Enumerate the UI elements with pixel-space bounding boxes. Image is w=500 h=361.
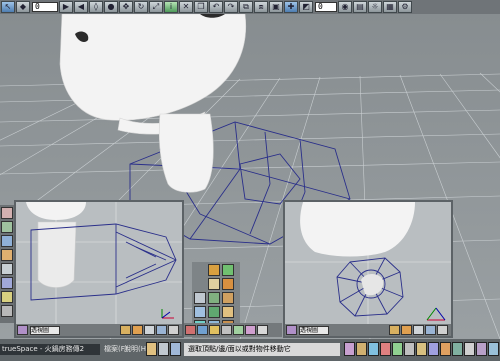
maximize-icon[interactable]: [437, 325, 448, 335]
render-icon[interactable]: ▦: [383, 1, 397, 13]
zoom-icon[interactable]: [413, 325, 424, 335]
panel-menu-icon[interactable]: [286, 325, 297, 335]
material-swatch[interactable]: [208, 306, 220, 318]
hand-icon[interactable]: [401, 325, 412, 335]
edge-edit-icon[interactable]: [170, 342, 181, 356]
erase-icon[interactable]: ✕: [179, 1, 193, 13]
light-icon[interactable]: ☼: [368, 1, 382, 13]
material-swatch[interactable]: [222, 292, 234, 304]
right-panel-toolbar: 透視圖: [285, 324, 451, 336]
right-view-panel[interactable]: 透視圖: [283, 200, 453, 338]
object-icon[interactable]: [146, 342, 157, 356]
help-hint-text: 選取頂點/邊/面以或對物件移動它: [184, 343, 340, 356]
zoom-icon[interactable]: [144, 325, 155, 335]
move-tool-icon[interactable]: ✥: [119, 1, 133, 13]
tool-icon[interactable]: [344, 342, 355, 356]
scale-tool-icon[interactable]: ⤢: [149, 1, 163, 13]
copy-icon[interactable]: ❐: [194, 1, 208, 13]
panel-menu-icon[interactable]: [17, 325, 28, 335]
tool-icon[interactable]: [416, 342, 427, 356]
cube-icon[interactable]: [245, 325, 256, 335]
left-tool-column: [0, 205, 14, 323]
view-name-field[interactable]: 透視圖: [30, 325, 60, 335]
tool-icon[interactable]: [380, 342, 391, 356]
materials-icon[interactable]: [1, 221, 13, 233]
rotate-view-icon[interactable]: [425, 325, 436, 335]
settings-icon[interactable]: ⚙: [398, 1, 412, 13]
object-tool-icon[interactable]: ◆: [16, 1, 30, 13]
material-swatch[interactable]: [208, 292, 220, 304]
tool-icon[interactable]: [440, 342, 451, 356]
sun-icon[interactable]: [1, 291, 13, 303]
group-icon[interactable]: ▣: [269, 1, 283, 13]
eye-icon[interactable]: ◉: [338, 1, 352, 13]
material-swatch[interactable]: [194, 306, 206, 318]
view-icon[interactable]: ◩: [299, 1, 313, 13]
tool-icon[interactable]: [476, 342, 487, 356]
grid-icon[interactable]: [257, 325, 268, 335]
point-edit-icon[interactable]: [158, 342, 169, 356]
view-name-field[interactable]: 透視圖: [299, 325, 329, 335]
undo-icon[interactable]: ↶: [209, 1, 223, 13]
rotate-tool-icon[interactable]: ↻: [134, 1, 148, 13]
paint-tool-icon[interactable]: [1, 207, 13, 219]
grid-icon[interactable]: [1, 305, 13, 317]
frame-input[interactable]: 0: [32, 2, 58, 12]
tool-icon[interactable]: [404, 342, 415, 356]
left-panel-toolbar: 透視圖: [16, 324, 182, 336]
maximize-icon[interactable]: [168, 325, 179, 335]
sphere-icon[interactable]: [233, 325, 244, 335]
record-icon[interactable]: [185, 325, 196, 335]
material-swatch[interactable]: [208, 264, 220, 276]
render-icon[interactable]: [221, 325, 232, 335]
key-icon[interactable]: ◊: [89, 1, 103, 13]
tool-icon[interactable]: [488, 342, 499, 356]
play-icon[interactable]: ▶: [59, 1, 73, 13]
library-icon[interactable]: [1, 235, 13, 247]
tool-icon[interactable]: [428, 342, 439, 356]
camera-icon[interactable]: ▤: [353, 1, 367, 13]
select-arrow-icon[interactable]: ↖: [1, 1, 15, 13]
bottom-tool-strip: [184, 323, 282, 337]
tool-icon[interactable]: [392, 342, 403, 356]
rewind-icon[interactable]: ◀: [74, 1, 88, 13]
material-swatch[interactable]: [194, 292, 206, 304]
fire-icon[interactable]: [1, 249, 13, 261]
tool-icon[interactable]: [356, 342, 367, 356]
camera-icon[interactable]: [197, 325, 208, 335]
pan-icon[interactable]: [120, 325, 131, 335]
status-bar: trueSpace - 火鍋房務傳2 檔案(F) 說明(H) 選取頂點/邊/面以…: [0, 339, 500, 361]
tool-icon[interactable]: [368, 342, 379, 356]
redo-icon[interactable]: ↷: [224, 1, 238, 13]
glue-icon[interactable]: ⧉: [239, 1, 253, 13]
material-swatch[interactable]: [222, 264, 234, 276]
pan-icon[interactable]: [389, 325, 400, 335]
panel-icon[interactable]: [1, 263, 13, 275]
top-toolbar: ↖ ◆ 0 ▶ ◀ ◊ ● ✥ ↻ ⤢ i ✕ ❐ ↶ ↷ ⧉ ⧈ ▣ ✚ ◩ …: [0, 0, 500, 14]
rotate-view-icon[interactable]: [156, 325, 167, 335]
unglue-icon[interactable]: ⧈: [254, 1, 268, 13]
side-view-scene: [16, 202, 182, 326]
axis-gizmo-icon: [425, 306, 447, 322]
light-icon[interactable]: [209, 325, 220, 335]
left-view-panel[interactable]: 透視圖: [14, 200, 184, 338]
object-info-icon[interactable]: i: [164, 1, 178, 13]
material-swatch[interactable]: [208, 278, 220, 290]
material-swatch[interactable]: [222, 306, 234, 318]
tool-icon[interactable]: [452, 342, 463, 356]
head-model: [59, 14, 247, 193]
record-icon[interactable]: ●: [104, 1, 118, 13]
frame-input-2[interactable]: 0: [315, 2, 337, 12]
axis-gizmo-icon: [160, 308, 176, 320]
navigation-icon[interactable]: ✚: [284, 1, 298, 13]
tool-icon[interactable]: [464, 342, 475, 356]
app-title: trueSpace - 火鍋房務傳2: [0, 344, 100, 355]
hand-icon[interactable]: [132, 325, 143, 335]
material-swatch[interactable]: [222, 278, 234, 290]
scene-icon[interactable]: [1, 277, 13, 289]
